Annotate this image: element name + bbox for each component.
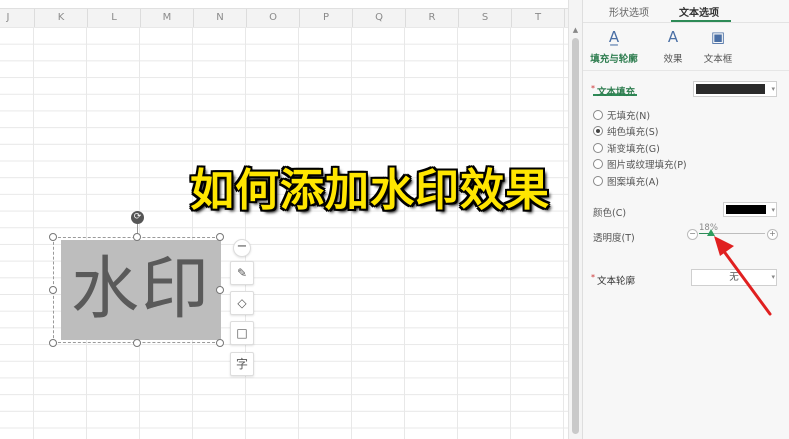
text-fill-color-dropdown[interactable]: ▾ <box>693 81 777 97</box>
tab-text-options[interactable]: 文本选项 <box>679 4 719 19</box>
outline-icon[interactable]: □ <box>230 321 254 345</box>
format-task-pane: 形状选项 文本选项 A̲ 填充与轮廓 A 效果 ▣ 文本框 * 文本填充 ▾ 无填… <box>582 0 789 439</box>
color-swatch <box>726 205 766 214</box>
column-header-row: JKLMNOPQRST <box>0 8 568 28</box>
radio-picture-fill-label: 图片或纹理填充(P) <box>607 160 687 171</box>
tab-shape-options[interactable]: 形状选项 <box>609 4 649 19</box>
resize-handle-bottom[interactable] <box>133 339 141 347</box>
radio-pattern-fill-label: 图案填充(A) <box>607 177 659 188</box>
radio-picture-fill[interactable]: 图片或纹理填充(P) <box>593 157 687 171</box>
resize-handle-bottom-left[interactable] <box>49 339 57 347</box>
fill-bucket-icon[interactable]: ◇ <box>230 291 254 315</box>
active-tab-indicator <box>671 20 731 22</box>
resize-handle-top-right[interactable] <box>216 233 224 241</box>
column-header-n[interactable]: N <box>194 9 247 27</box>
subtab-textbox[interactable]: ▣ 文本框 <box>693 26 743 65</box>
spreadsheet-area[interactable]: JKLMNOPQRST 水印 ⟳ − ✎ ◇ □ 字 如何添加水印效果 <box>0 0 568 439</box>
radio-gradient-fill-label: 渐变填充(G) <box>607 144 660 155</box>
radio-pattern-fill[interactable]: 图案填充(A) <box>593 174 659 188</box>
textbox-icon: ▣ <box>710 28 726 46</box>
radio-solid-fill-label: 纯色填充(S) <box>607 127 659 138</box>
text-fill-section-header[interactable]: * 文本填充 <box>591 84 635 98</box>
column-header-o[interactable]: O <box>247 9 300 27</box>
chevron-down-icon: ▾ <box>771 85 775 93</box>
resize-handle-left[interactable] <box>49 286 57 294</box>
chevron-down-icon: ▾ <box>771 206 775 214</box>
radio-solid-fill[interactable]: 纯色填充(S) <box>593 124 658 138</box>
column-header-s[interactable]: S <box>459 9 512 27</box>
column-header-q[interactable]: Q <box>353 9 406 27</box>
radio-gradient-fill-circle[interactable] <box>593 143 603 153</box>
column-header-t[interactable]: T <box>512 9 565 27</box>
resize-handle-right[interactable] <box>216 286 224 294</box>
subtab-textbox-label: 文本框 <box>703 54 733 65</box>
annotation-arrow-icon <box>714 236 772 316</box>
scrollbar-thumb[interactable] <box>572 38 579 434</box>
column-header-j[interactable]: J <box>0 9 35 27</box>
watermark-text[interactable]: 水印 <box>61 240 221 340</box>
column-header-r[interactable]: R <box>406 9 459 27</box>
column-header-k[interactable]: K <box>35 9 88 27</box>
radio-pattern-fill-circle[interactable] <box>593 176 603 186</box>
radio-gradient-fill[interactable]: 渐变填充(G) <box>593 141 660 155</box>
text-effect-icon: A <box>667 28 679 46</box>
subtab-bar: A̲ 填充与轮廓 A 效果 ▣ 文本框 <box>583 26 789 96</box>
text-fill-color-swatch <box>696 84 765 94</box>
subtab-effect-label: 效果 <box>663 54 683 65</box>
radio-picture-fill-circle[interactable] <box>593 159 603 169</box>
resize-handle-top-left[interactable] <box>49 233 57 241</box>
text-fill-icon: A̲ <box>608 28 620 46</box>
subtab-effect[interactable]: A 效果 <box>648 26 698 65</box>
radio-no-fill-label: 无填充(N) <box>607 111 651 122</box>
expand-marker-icon: * <box>591 84 595 93</box>
subtab-fill-outline[interactable]: A̲ 填充与轮廓 <box>589 26 639 65</box>
rotate-handle-icon[interactable]: ⟳ <box>131 211 144 224</box>
transparency-decrease-icon[interactable]: − <box>687 229 698 240</box>
color-dropdown[interactable]: ▾ <box>723 202 777 217</box>
transparency-label: 透明度(T) <box>593 233 635 244</box>
column-header-l[interactable]: L <box>88 9 141 27</box>
brush-icon[interactable]: ✎ <box>230 261 254 285</box>
radio-solid-fill-circle[interactable] <box>593 126 603 136</box>
resize-handle-bottom-right[interactable] <box>216 339 224 347</box>
expand-marker-icon: * <box>591 273 595 282</box>
overlay-title: 如何添加水印效果 <box>190 165 550 216</box>
pane-tab-bar: 形状选项 文本选项 <box>583 0 789 23</box>
radio-no-fill[interactable]: 无填充(N) <box>593 108 650 122</box>
scroll-up-icon[interactable]: ▲ <box>571 26 580 35</box>
watermark-textbox[interactable]: 水印 <box>61 240 221 340</box>
vertical-scrollbar[interactable]: ▲ <box>568 0 582 439</box>
text-style-icon[interactable]: 字 <box>230 352 254 376</box>
radio-no-fill-circle[interactable] <box>593 110 603 120</box>
cell-grid[interactable] <box>0 27 568 439</box>
column-header-p[interactable]: P <box>300 9 353 27</box>
subtab-fill-outline-label: 填充与轮廓 <box>590 54 638 65</box>
column-header-m[interactable]: M <box>141 9 194 27</box>
color-label: 颜色(C) <box>593 208 627 219</box>
text-outline-section-header[interactable]: * 文本轮廓 <box>591 273 635 287</box>
resize-handle-top[interactable] <box>133 233 141 241</box>
collapse-icon[interactable]: − <box>233 239 251 257</box>
